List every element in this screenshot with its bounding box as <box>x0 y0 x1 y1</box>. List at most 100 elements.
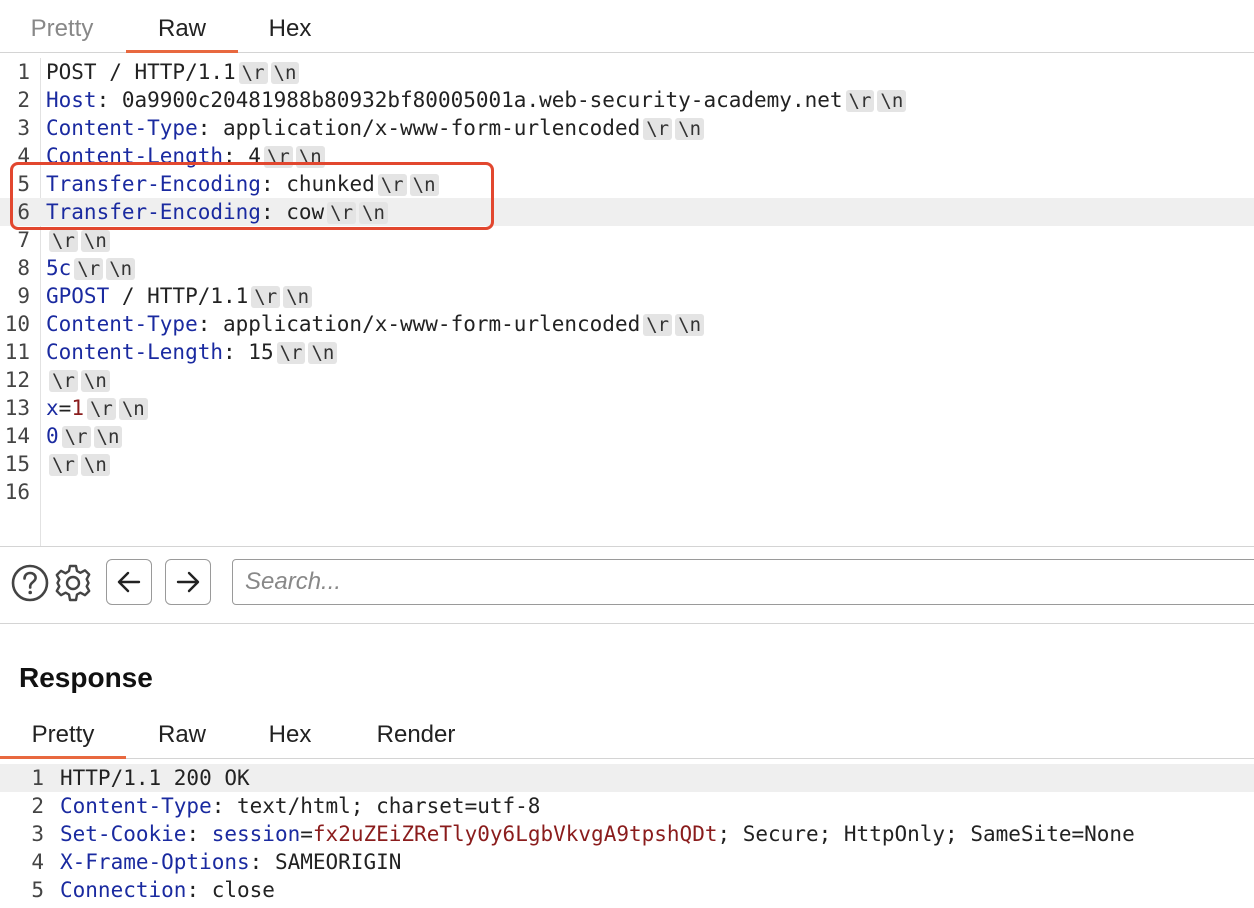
forward-button[interactable] <box>165 559 211 605</box>
header-name: x <box>46 396 59 420</box>
line-number: 11 <box>4 340 30 364</box>
code-segment: : cow <box>260 200 325 224</box>
line-number: 6 <box>17 200 30 224</box>
code-line[interactable]: 11 Content-Length: 15 \r \n <box>0 338 1254 366</box>
code-segment: = <box>300 822 313 846</box>
response-tab-render[interactable]: Render <box>352 708 480 758</box>
code-line[interactable]: 9 GPOST / HTTP/1.1 \r \n <box>0 282 1254 310</box>
code-segment: : text/html; charset=utf-8 <box>211 794 541 818</box>
code-text: GPOST / HTTP/1.1 \r \n <box>46 282 313 310</box>
code-line[interactable]: 2 Host: 0a9900c20481988b80932bf80005001a.… <box>0 86 1254 114</box>
code-line[interactable]: 8 5c \r \n <box>0 254 1254 282</box>
code-line[interactable]: 2 Content-Type: text/html; charset=utf-8 <box>0 792 1254 820</box>
code-line[interactable]: 16 <box>0 478 1254 506</box>
arrow-left-icon <box>117 571 141 593</box>
carriage-return-marker: \r <box>377 174 407 196</box>
code-segment: : close <box>186 878 275 902</box>
carriage-return-marker: \r <box>49 370 78 392</box>
carriage-return-marker: \r <box>643 118 673 140</box>
code-line[interactable]: 10 Content-Type: application/x-www-form-u… <box>0 310 1254 338</box>
search-input[interactable] <box>232 559 1254 605</box>
code-text: \r \n <box>46 366 110 394</box>
code-line[interactable]: 1 HTTP/1.1 200 OK <box>0 764 1254 792</box>
code-line[interactable]: 13 x=1 \r \n <box>0 394 1254 422</box>
code-line[interactable]: 4 X-Frame-Options: SAMEORIGIN <box>0 848 1254 876</box>
param-value: fx2uZEiZReTly0y6LgbVkvgA9tpshQDt <box>312 822 718 846</box>
request-tab-raw[interactable]: Raw <box>126 2 238 53</box>
code-text: Content-Type: application/x-www-form-url… <box>46 310 705 338</box>
code-text: \r \n <box>46 226 110 254</box>
code-segment: : application/x-www-form-urlencoded <box>197 116 641 140</box>
header-name: Connection <box>60 878 187 902</box>
code-line[interactable]: 15 \r \n <box>0 450 1254 478</box>
response-tab-pretty[interactable]: Pretty <box>0 708 126 759</box>
newline-marker: \n <box>308 342 338 364</box>
response-tab-raw[interactable]: Raw <box>126 708 238 758</box>
request-tab-pretty[interactable]: Pretty <box>10 2 114 52</box>
code-line[interactable]: 5 Connection: close <box>0 876 1254 904</box>
response-editor[interactable]: 1 HTTP/1.1 200 OK 2 Content-Type: text/html… <box>0 764 1254 908</box>
header-name: 0 <box>46 424 59 448</box>
carriage-return-marker: \r <box>251 286 281 308</box>
code-line[interactable]: 3 Content-Type: application/x-www-form-ur… <box>0 114 1254 142</box>
newline-marker: \n <box>877 90 907 112</box>
code-text: X-Frame-Options: SAMEORIGIN <box>60 848 401 876</box>
code-text: Content-Length: 15 \r \n <box>46 338 338 366</box>
carriage-return-marker: \r <box>276 342 306 364</box>
header-name: Host <box>46 88 97 112</box>
code-text: 5c \r \n <box>46 254 136 282</box>
carriage-return-marker: \r <box>845 90 875 112</box>
request-editor[interactable]: 1 POST / HTTP/1.1 \r \n 2 Host: 0a9900c204819… <box>0 58 1254 546</box>
code-line[interactable]: 7 \r \n <box>0 226 1254 254</box>
code-line[interactable]: 6 Transfer-Encoding: cow \r \n <box>0 198 1254 226</box>
newline-marker: \n <box>270 62 300 84</box>
response-tab-hex[interactable]: Hex <box>238 708 342 758</box>
line-number: 3 <box>31 822 44 846</box>
header-name: Content-Type <box>60 794 212 818</box>
line-number: 4 <box>31 850 44 874</box>
header-name: Transfer-Encoding <box>46 172 261 196</box>
question-circle-icon[interactable] <box>8 561 52 605</box>
code-line[interactable]: 14 0 \r \n <box>0 422 1254 450</box>
code-segment: ; Secure; HttpOnly; SameSite=None <box>717 822 1135 846</box>
gear-icon[interactable] <box>51 561 95 605</box>
code-line[interactable]: 3 Set-Cookie: session=fx2uZEiZReTly0y6Lgb… <box>0 820 1254 848</box>
carriage-return-marker: \r <box>61 426 91 448</box>
line-number: 1 <box>31 766 44 790</box>
line-number: 5 <box>17 172 30 196</box>
newline-marker: \n <box>359 202 388 224</box>
line-number: 2 <box>31 794 44 818</box>
line-number: 14 <box>4 424 30 448</box>
carriage-return-marker: \r <box>49 230 78 252</box>
code-text: x=1 \r \n <box>46 394 148 422</box>
newline-marker: \n <box>80 454 110 476</box>
carriage-return-marker: \r <box>643 314 673 336</box>
back-button[interactable] <box>106 559 152 605</box>
header-name: Set-Cookie <box>60 822 187 846</box>
line-number: 3 <box>17 116 30 140</box>
line-number: 9 <box>17 284 30 308</box>
carriage-return-marker: \r <box>263 146 293 168</box>
response-title: Response <box>19 662 153 693</box>
header-name: session <box>211 822 301 846</box>
code-segment: : 15 <box>223 340 274 364</box>
code-line[interactable]: 4 Content-Length: 4 \r \n <box>0 142 1254 170</box>
code-text: \r \n <box>46 450 110 478</box>
newline-marker: \n <box>80 370 110 392</box>
code-segment: = <box>58 396 72 420</box>
code-segment: POST / HTTP/1.1 <box>46 60 236 84</box>
line-number: 16 <box>4 480 30 504</box>
header-name: GPOST <box>46 284 110 308</box>
code-segment: HTTP/1.1 200 OK <box>60 766 250 790</box>
code-line[interactable]: 5 Transfer-Encoding: chunked \r \n <box>0 170 1254 198</box>
carriage-return-marker: \r <box>238 62 268 84</box>
code-segment: : application/x-www-form-urlencoded <box>197 312 641 336</box>
carriage-return-marker: \r <box>327 202 357 224</box>
code-text: HTTP/1.1 200 OK <box>60 764 250 792</box>
request-tab-hex[interactable]: Hex <box>238 2 342 52</box>
code-line[interactable]: 12 \r \n <box>0 366 1254 394</box>
arrow-right-icon <box>176 571 200 593</box>
response-tab-bar: Pretty Raw Hex Render <box>0 708 1254 759</box>
code-line[interactable]: 1 POST / HTTP/1.1 \r \n <box>0 58 1254 86</box>
header-name: Content-Type <box>46 116 198 140</box>
